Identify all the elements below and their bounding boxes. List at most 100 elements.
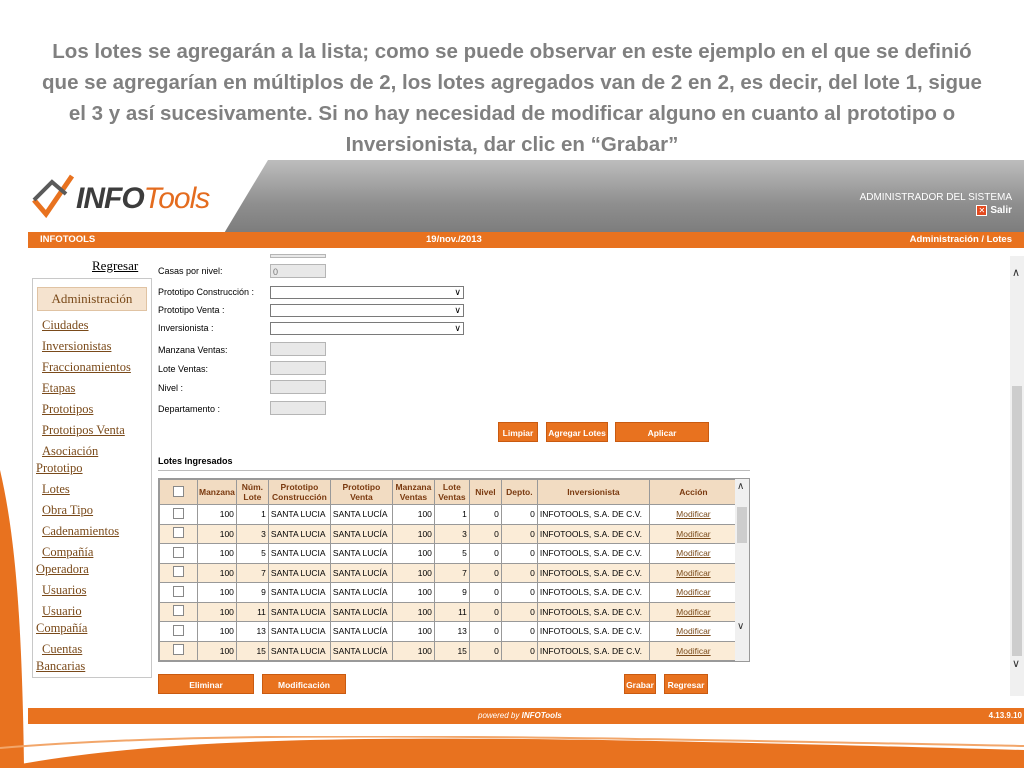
col-depto: Depto. bbox=[500, 479, 538, 505]
limpiar-button[interactable]: Limpiar bbox=[498, 422, 538, 442]
chevron-up-icon[interactable]: ∧ bbox=[737, 481, 744, 492]
cell-inversionista: INFOTOOLS, S.A. DE C.V. bbox=[536, 543, 650, 564]
cell-inversionista: INFOTOOLS, S.A. DE C.V. bbox=[536, 523, 650, 544]
manzana-input[interactable] bbox=[270, 342, 326, 356]
app-name: INFOTOOLS bbox=[40, 234, 96, 245]
cell-prototipo-construccion: SANTA LUCIA bbox=[267, 601, 331, 622]
modificar-link[interactable]: Modificar bbox=[676, 646, 710, 656]
cell-nivel: 0 bbox=[468, 582, 502, 603]
chevron-up-icon[interactable]: ∧ bbox=[1012, 266, 1020, 279]
top-status-bar: INFOTOOLS 19/nov./2013 Administración / … bbox=[28, 232, 1024, 248]
cell-prototipo-construccion: SANTA LUCIA bbox=[267, 562, 331, 583]
cell-nivel: 0 bbox=[468, 621, 502, 642]
cell-num-lote: 11 bbox=[235, 601, 269, 622]
proto-venta-select[interactable]: ∨ bbox=[270, 304, 464, 317]
nivel-input[interactable] bbox=[270, 380, 326, 394]
cell-prototipo-construccion: SANTA LUCIA bbox=[267, 504, 331, 525]
modificar-link[interactable]: Modificar bbox=[676, 529, 710, 539]
cell-prototipo-venta: SANTA LUCÍA bbox=[329, 543, 393, 564]
row-checkbox[interactable] bbox=[173, 585, 184, 597]
modificar-link[interactable]: Modificar bbox=[676, 587, 710, 597]
sidebar-item-prototipos[interactable]: Prototipos bbox=[33, 401, 151, 422]
cell-manzana: 100 bbox=[197, 601, 237, 622]
cell-select bbox=[159, 621, 198, 642]
sidebar-item-cuentas-bancarias[interactable]: Cuentas Bancarias bbox=[33, 641, 106, 679]
row-checkbox[interactable] bbox=[173, 624, 184, 636]
page-scroll-thumb[interactable] bbox=[1012, 386, 1022, 656]
cell-depto: 0 bbox=[500, 504, 538, 525]
depto-input[interactable] bbox=[270, 401, 326, 415]
cell-prototipo-venta: SANTA LUCÍA bbox=[329, 523, 393, 544]
sidebar-item-compania-operadora[interactable]: Compañía Operadora bbox=[33, 544, 116, 582]
proto-const-select[interactable]: ∨ bbox=[270, 286, 464, 299]
cell-lote-ventas: 5 bbox=[433, 543, 470, 564]
cell-prototipo-venta: SANTA LUCÍA bbox=[329, 582, 393, 603]
select-all-checkbox[interactable] bbox=[173, 485, 184, 497]
table-scrollbar[interactable]: ∧ ∨ bbox=[735, 479, 749, 661]
cell-manzana: 100 bbox=[197, 523, 237, 544]
cell-select bbox=[159, 582, 198, 603]
table-scroll-thumb[interactable] bbox=[737, 507, 747, 543]
modificar-link[interactable]: Modificar bbox=[676, 548, 710, 558]
breadcrumb: Administración / Lotes bbox=[909, 234, 1012, 245]
regresar-button[interactable]: Regresar bbox=[664, 674, 708, 694]
sidebar-item-ciudades[interactable]: Ciudades bbox=[33, 317, 151, 338]
proto-const-label: Prototipo Construcción : bbox=[158, 287, 255, 297]
modificar-link[interactable]: Modificar bbox=[676, 509, 710, 519]
sidebar-item-fraccionamientos[interactable]: Fraccionamientos bbox=[33, 359, 151, 380]
back-link[interactable]: Regresar bbox=[92, 258, 138, 274]
sidebar-item-obra-tipo[interactable]: Obra Tipo bbox=[33, 502, 151, 523]
row-checkbox[interactable] bbox=[173, 546, 184, 558]
lote-input[interactable] bbox=[270, 361, 326, 375]
aplicar-modificaciones-button[interactable]: Aplicar Modificaciones bbox=[615, 422, 709, 458]
modificar-link[interactable]: Modificar bbox=[676, 568, 710, 578]
table-row: 100 13 SANTA LUCIA SANTA LUCÍA 100 13 0 0 INFOTO… bbox=[159, 621, 738, 642]
cell-accion: Modificar bbox=[648, 543, 738, 564]
agregar-lotes-button[interactable]: Agregar Lotes bbox=[546, 422, 608, 442]
cell-prototipo-venta: SANTA LUCÍA bbox=[329, 562, 393, 583]
user-role: ADMINISTRADOR DEL SISTEMA bbox=[859, 192, 1012, 203]
modificar-link[interactable]: Modificar bbox=[676, 626, 710, 636]
eliminar-seleccionados-button[interactable]: Eliminar Seleccionados bbox=[158, 674, 254, 710]
row-checkbox[interactable] bbox=[173, 644, 184, 656]
page-scrollbar[interactable]: ∧ ∨ bbox=[1010, 256, 1024, 696]
casas-label: Casas por nivel: bbox=[158, 266, 223, 276]
lotes-table: Manzana Núm. Lote Prototipo Construcción… bbox=[159, 479, 738, 661]
row-checkbox[interactable] bbox=[173, 566, 184, 578]
modificacion-masiva-button[interactable]: Modificación Masiva bbox=[262, 674, 346, 710]
sidebar-item-asociacion-prototipo[interactable]: Asociación Prototipo bbox=[33, 443, 126, 481]
sidebar-item-usuario-compania[interactable]: Usuario Compañía bbox=[33, 603, 106, 641]
casas-input[interactable]: 0 bbox=[270, 264, 326, 278]
cell-lote-ventas: 11 bbox=[433, 601, 470, 622]
inversionista-select[interactable]: ∨ bbox=[270, 322, 464, 335]
modificar-link[interactable]: Modificar bbox=[676, 607, 710, 617]
cell-prototipo-venta: SANTA LUCÍA bbox=[329, 601, 393, 622]
select-all-header[interactable] bbox=[159, 479, 198, 505]
nivel-label: Nivel : bbox=[158, 383, 184, 393]
chevron-down-icon[interactable]: ∨ bbox=[1012, 657, 1020, 670]
cell-select bbox=[159, 562, 198, 583]
sidebar-item-etapas[interactable]: Etapas bbox=[33, 380, 151, 401]
sidebar-item-inversionistas[interactable]: Inversionistas bbox=[33, 338, 151, 359]
row-checkbox[interactable] bbox=[173, 507, 184, 519]
cell-nivel: 0 bbox=[468, 640, 502, 661]
logout-link[interactable]: ✕ Salir bbox=[860, 205, 1012, 216]
table-row: 100 15 SANTA LUCIA SANTA LUCÍA 100 15 0 0 INFOTO… bbox=[159, 640, 738, 661]
cell-prototipo-construccion: SANTA LUCIA bbox=[267, 582, 331, 603]
cell-depto: 0 bbox=[500, 621, 538, 642]
slide-caption: Los lotes se agregarán a la lista; como … bbox=[42, 40, 982, 156]
lotes-ingresados-title: Lotes Ingresados bbox=[158, 456, 233, 466]
cell-prototipo-venta: SANTA LUCÍA bbox=[329, 504, 393, 525]
close-icon: ✕ bbox=[976, 205, 988, 216]
lotes-table-container: Manzana Núm. Lote Prototipo Construcción… bbox=[158, 478, 750, 662]
row-checkbox[interactable] bbox=[173, 527, 184, 539]
sidebar-item-lotes[interactable]: Lotes bbox=[33, 481, 151, 502]
sidebar-item-prototipos-venta[interactable]: Prototipos Venta bbox=[33, 422, 151, 443]
row-checkbox[interactable] bbox=[173, 605, 184, 617]
cell-num-lote: 13 bbox=[235, 621, 269, 642]
sidebar-item-usuarios[interactable]: Usuarios bbox=[33, 582, 151, 603]
grabar-button[interactable]: Grabar bbox=[624, 674, 656, 694]
chevron-down-icon[interactable]: ∨ bbox=[737, 621, 744, 632]
cell-manzana: 100 bbox=[197, 504, 237, 525]
sidebar-item-cadenamientos[interactable]: Cadenamientos bbox=[33, 523, 151, 544]
